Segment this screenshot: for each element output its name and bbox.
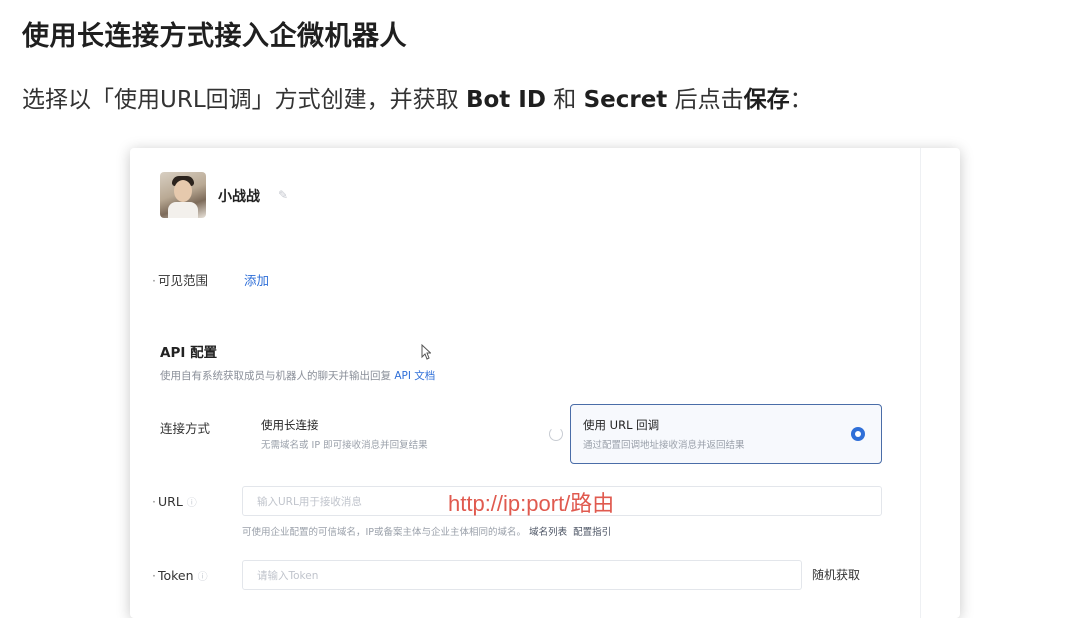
page-heading: 使用长连接方式接入企微机器人: [22, 21, 407, 52]
api-config-title: API 配置: [160, 345, 218, 361]
visible-range-label: · 可见范围: [152, 270, 208, 289]
token-placeholder: 请输入Token: [257, 570, 319, 582]
option-url-callback-title: 使用 URL 回调: [583, 418, 660, 432]
instruction-part2: 后点击: [667, 87, 744, 113]
url-annotation: http://ip:port/路由: [448, 491, 615, 516]
instruction-and: 和: [545, 87, 584, 113]
visible-range-add-link[interactable]: 添加: [244, 270, 269, 289]
radio-selected-icon[interactable]: [851, 427, 865, 441]
secret-term: Secret: [583, 87, 668, 113]
bot-config-card: 小战战 ✎ · 可见范围 添加 API 配置 使用自有系统获取成员与机器人的聊天并…: [130, 148, 960, 618]
option-long-connection-desc: 无需域名或 IP 即可接收消息并回复结果: [261, 440, 428, 451]
avatar-shirt: [168, 202, 198, 218]
url-label: · URL ⓘ: [152, 494, 197, 509]
required-mark: ·: [152, 273, 156, 288]
instruction-part1: 选择以「使用URL回调」方式创建，并获取: [22, 87, 466, 113]
bot-name: 小战战: [218, 189, 260, 205]
instruction-end: ：: [789, 87, 813, 113]
api-config-desc: 使用自有系统获取成员与机器人的聊天并输出回复 API 文档: [160, 368, 435, 383]
option-long-connection-title: 使用长连接: [261, 418, 319, 432]
api-doc-link[interactable]: API 文档: [394, 370, 435, 382]
info-icon: ⓘ: [197, 572, 208, 583]
bot-avatar[interactable]: [160, 172, 206, 218]
token-label-text: Token: [157, 568, 194, 583]
required-mark: ·: [152, 494, 156, 509]
config-guide-link[interactable]: 配置指引: [573, 527, 611, 538]
avatar-face: [174, 180, 192, 202]
mouse-cursor-icon: [421, 344, 431, 360]
url-placeholder: 输入URL用于接收消息: [257, 496, 362, 508]
domain-list-link[interactable]: 域名列表: [529, 527, 567, 538]
option-url-callback[interactable]: 使用 URL 回调 通过配置回调地址接收消息并返回结果: [570, 404, 882, 464]
card-inner-border: [150, 148, 921, 618]
random-token-button[interactable]: 随机获取: [812, 566, 860, 583]
visible-range-text: 可见范围: [157, 273, 208, 288]
token-input[interactable]: 请输入Token: [242, 560, 802, 590]
token-label: · Token ⓘ: [152, 568, 208, 583]
edit-name-icon[interactable]: ✎: [278, 188, 288, 202]
option-long-connection[interactable]: 使用长连接 无需域名或 IP 即可接收消息并回复结果: [248, 404, 563, 464]
instruction-text: 选择以「使用URL回调」方式创建，并获取 Bot ID 和 Secret 后点击…: [22, 80, 813, 114]
option-url-callback-desc: 通过配置回调地址接收消息并返回结果: [583, 440, 745, 451]
url-hint: 可使用企业配置的可信域名，IP或备案主体与企业主体相同的域名。 域名列表 配置指…: [242, 524, 611, 538]
required-mark: ·: [152, 568, 156, 583]
connection-method-label: 连接方式: [160, 421, 211, 436]
info-icon: ⓘ: [186, 498, 197, 509]
bot-id-term: Bot ID: [465, 87, 546, 113]
url-hint-text: 可使用企业配置的可信域名，IP或备案主体与企业主体相同的域名。: [242, 527, 527, 538]
radio-unselected-icon[interactable]: [549, 427, 563, 441]
api-desc-text: 使用自有系统获取成员与机器人的聊天并输出回复: [160, 370, 391, 382]
save-term: 保存: [743, 87, 790, 113]
url-label-text: URL: [157, 494, 183, 509]
